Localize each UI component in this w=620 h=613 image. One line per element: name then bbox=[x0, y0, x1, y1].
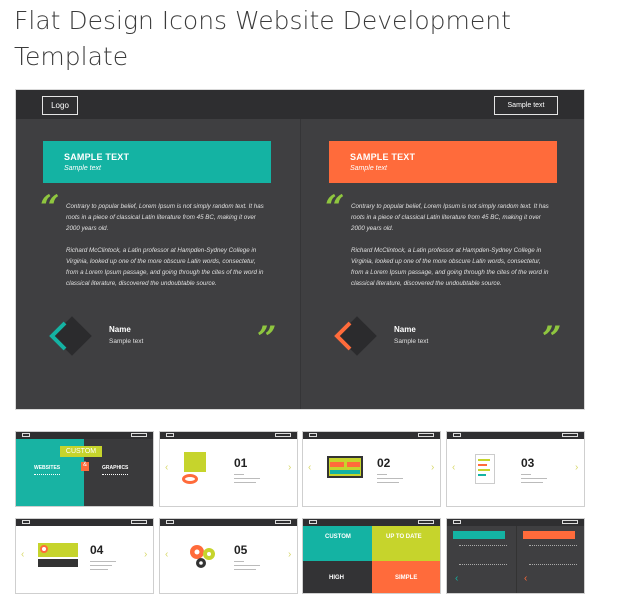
banner-subtitle: Sample text bbox=[64, 165, 101, 172]
thumbnail-slide-7[interactable]: CUSTOM UP TO DATE HIGH SIMPLE bbox=[302, 518, 441, 594]
open-quote-icon: “ bbox=[325, 188, 345, 228]
simple-quadrant-label: SIMPLE bbox=[395, 575, 418, 581]
high-quadrant-label: HIGH bbox=[329, 575, 344, 581]
thumbnail-slide-4[interactable]: ‹ › 03 bbox=[446, 431, 585, 507]
slide-number: 01 bbox=[234, 456, 248, 470]
diamond-chevron-icon bbox=[330, 315, 378, 363]
person-name: Name bbox=[109, 325, 131, 334]
slide-number: 04 bbox=[90, 543, 104, 557]
custom-quadrant-label: CUSTOM bbox=[325, 534, 351, 540]
ampersand-label: & bbox=[81, 462, 89, 471]
banner-title: SAMPLE TEXT bbox=[64, 152, 130, 162]
banner-orange: SAMPLE TEXT Sample text bbox=[329, 141, 557, 183]
slide-number: 03 bbox=[521, 456, 535, 470]
page-title: Flat Design Icons Website Development Te… bbox=[14, 6, 511, 71]
thumbnail-slide-3[interactable]: ‹ › 02 bbox=[302, 431, 441, 507]
person-subtitle: Sample text bbox=[109, 338, 144, 345]
quote-paragraph-1: Contrary to popular belief, Lorem Ipsum … bbox=[66, 203, 264, 232]
slide-header-bar: Logo Sample text bbox=[16, 90, 584, 119]
person-name: Name bbox=[394, 325, 416, 334]
up-to-date-quadrant-label: UP TO DATE bbox=[386, 534, 422, 540]
gears-icon bbox=[190, 545, 215, 568]
close-quote-icon: ” bbox=[257, 319, 277, 359]
document-icon bbox=[184, 452, 206, 472]
quote-paragraph-2: Richard McClintock, a Latin professor at… bbox=[66, 247, 264, 287]
quote-text: Contrary to popular belief, Lorem Ipsum … bbox=[351, 201, 551, 300]
slide-number: 02 bbox=[377, 456, 391, 470]
banner-teal: SAMPLE TEXT Sample text bbox=[43, 141, 271, 183]
quote-text: Contrary to popular belief, Lorem Ipsum … bbox=[66, 201, 266, 300]
close-quote-icon: ” bbox=[542, 319, 562, 359]
sample-text-button: Sample text bbox=[494, 96, 558, 115]
slide-number: 05 bbox=[234, 543, 248, 557]
graphics-label: GRAPHICS bbox=[102, 465, 129, 471]
custom-label: CUSTOM bbox=[60, 446, 102, 457]
testimonial-card-left: SAMPLE TEXT Sample text “ Contrary to po… bbox=[16, 119, 300, 409]
thumbnail-slide-8[interactable]: ‹ ‹ bbox=[446, 518, 585, 594]
banner-title: SAMPLE TEXT bbox=[350, 152, 416, 162]
person-subtitle: Sample text bbox=[394, 338, 429, 345]
banner-subtitle: Sample text bbox=[350, 165, 387, 172]
browser-window-icon bbox=[327, 456, 363, 478]
quote-paragraph-1: Contrary to popular belief, Lorem Ipsum … bbox=[351, 203, 549, 232]
thumbnail-slide-1[interactable]: CUSTOM WEBSITES & GRAPHICS bbox=[15, 431, 154, 507]
open-quote-icon: “ bbox=[40, 188, 60, 228]
main-slide-preview: Logo Sample text SAMPLE TEXT Sample text… bbox=[15, 89, 585, 410]
thumbnail-slide-6[interactable]: ‹ › 05 bbox=[159, 518, 298, 594]
testimonial-card-right: SAMPLE TEXT Sample text “ Contrary to po… bbox=[301, 119, 584, 409]
thumbnail-slide-5[interactable]: ‹ › 04 bbox=[15, 518, 154, 594]
logo-box: Logo bbox=[42, 96, 78, 115]
thumbnail-slide-2[interactable]: ‹ › 01 bbox=[159, 431, 298, 507]
websites-label: WEBSITES bbox=[34, 465, 61, 471]
diamond-chevron-icon bbox=[45, 315, 93, 363]
quote-paragraph-2: Richard McClintock, a Latin professor at… bbox=[351, 247, 549, 287]
